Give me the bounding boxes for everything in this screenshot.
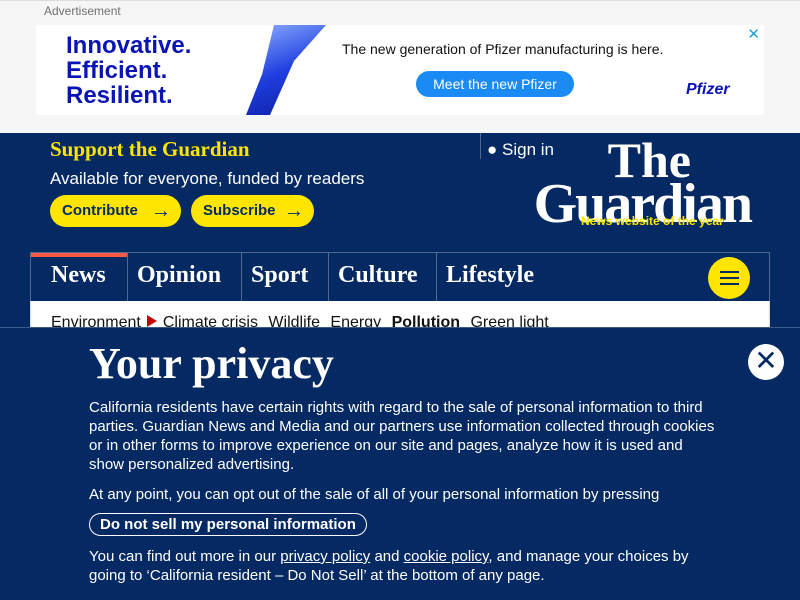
logo-tagline: News website of the year (581, 214, 724, 228)
close-icon[interactable]: ✕ (748, 344, 784, 380)
ad-label: Advertisement (44, 4, 121, 18)
nav-sport[interactable]: Sport (241, 253, 328, 302)
ad-creative[interactable]: Innovative. Efficient. Resilient. The ne… (36, 25, 764, 115)
ad-cta-button[interactable]: Meet the new Pfizer (416, 71, 574, 97)
arrow-right-icon: → (284, 200, 304, 222)
text: You can find out more in our (89, 548, 281, 565)
ad-headline-line: Innovative. (66, 32, 192, 59)
text: and (370, 548, 404, 565)
privacy-paragraph-1: California residents have certain rights… (89, 399, 715, 473)
support-heading: Support the Guardian (50, 137, 250, 161)
ad-headline: Innovative. Efficient. Resilient. (66, 33, 191, 108)
privacy-dialog: Your privacy ✕ California residents have… (0, 327, 800, 600)
nav-culture[interactable]: Culture (328, 253, 436, 302)
ad-text: The new generation of Pfizer manufacturi… (342, 41, 664, 57)
nav-news[interactable]: News (31, 253, 127, 302)
nav-opinion[interactable]: Opinion (127, 253, 241, 302)
advertisement-banner: Advertisement Innovative. Efficient. Res… (0, 0, 800, 133)
triangle-right-icon (146, 315, 157, 327)
support-subtitle: Available for everyone, funded by reader… (50, 169, 365, 188)
subscribe-button[interactable]: Subscribe → (191, 195, 314, 227)
user-icon: ● (487, 140, 498, 159)
cookie-policy-link[interactable]: cookie policy (404, 548, 489, 565)
pfizer-logo: Pfizer (686, 81, 730, 98)
subscribe-label: Subscribe (203, 202, 276, 219)
privacy-policy-link[interactable]: privacy policy (280, 548, 370, 565)
contribute-button[interactable]: Contribute → (50, 195, 181, 227)
ad-headline-line: Resilient. (66, 82, 173, 109)
nav-lifestyle[interactable]: Lifestyle (436, 253, 556, 302)
ad-close-icon[interactable]: ✕ (747, 25, 760, 43)
privacy-paragraph-3: You can find out more in our privacy pol… (89, 547, 709, 585)
menu-button[interactable] (708, 257, 750, 299)
arrow-right-icon: → (151, 200, 171, 222)
ad-headline-line: Efficient. (66, 57, 168, 84)
main-nav: News Opinion Sport Culture Lifestyle (30, 252, 770, 302)
do-not-sell-button[interactable]: Do not sell my personal information (89, 513, 367, 536)
ad-helix-image (246, 25, 326, 115)
privacy-title: Your privacy (89, 339, 334, 388)
guardian-logo[interactable]: The Guardian News website of the year (526, 135, 753, 232)
contribute-label: Contribute (62, 202, 138, 219)
privacy-paragraph-2: At any point, you can opt out of the sal… (89, 486, 660, 503)
